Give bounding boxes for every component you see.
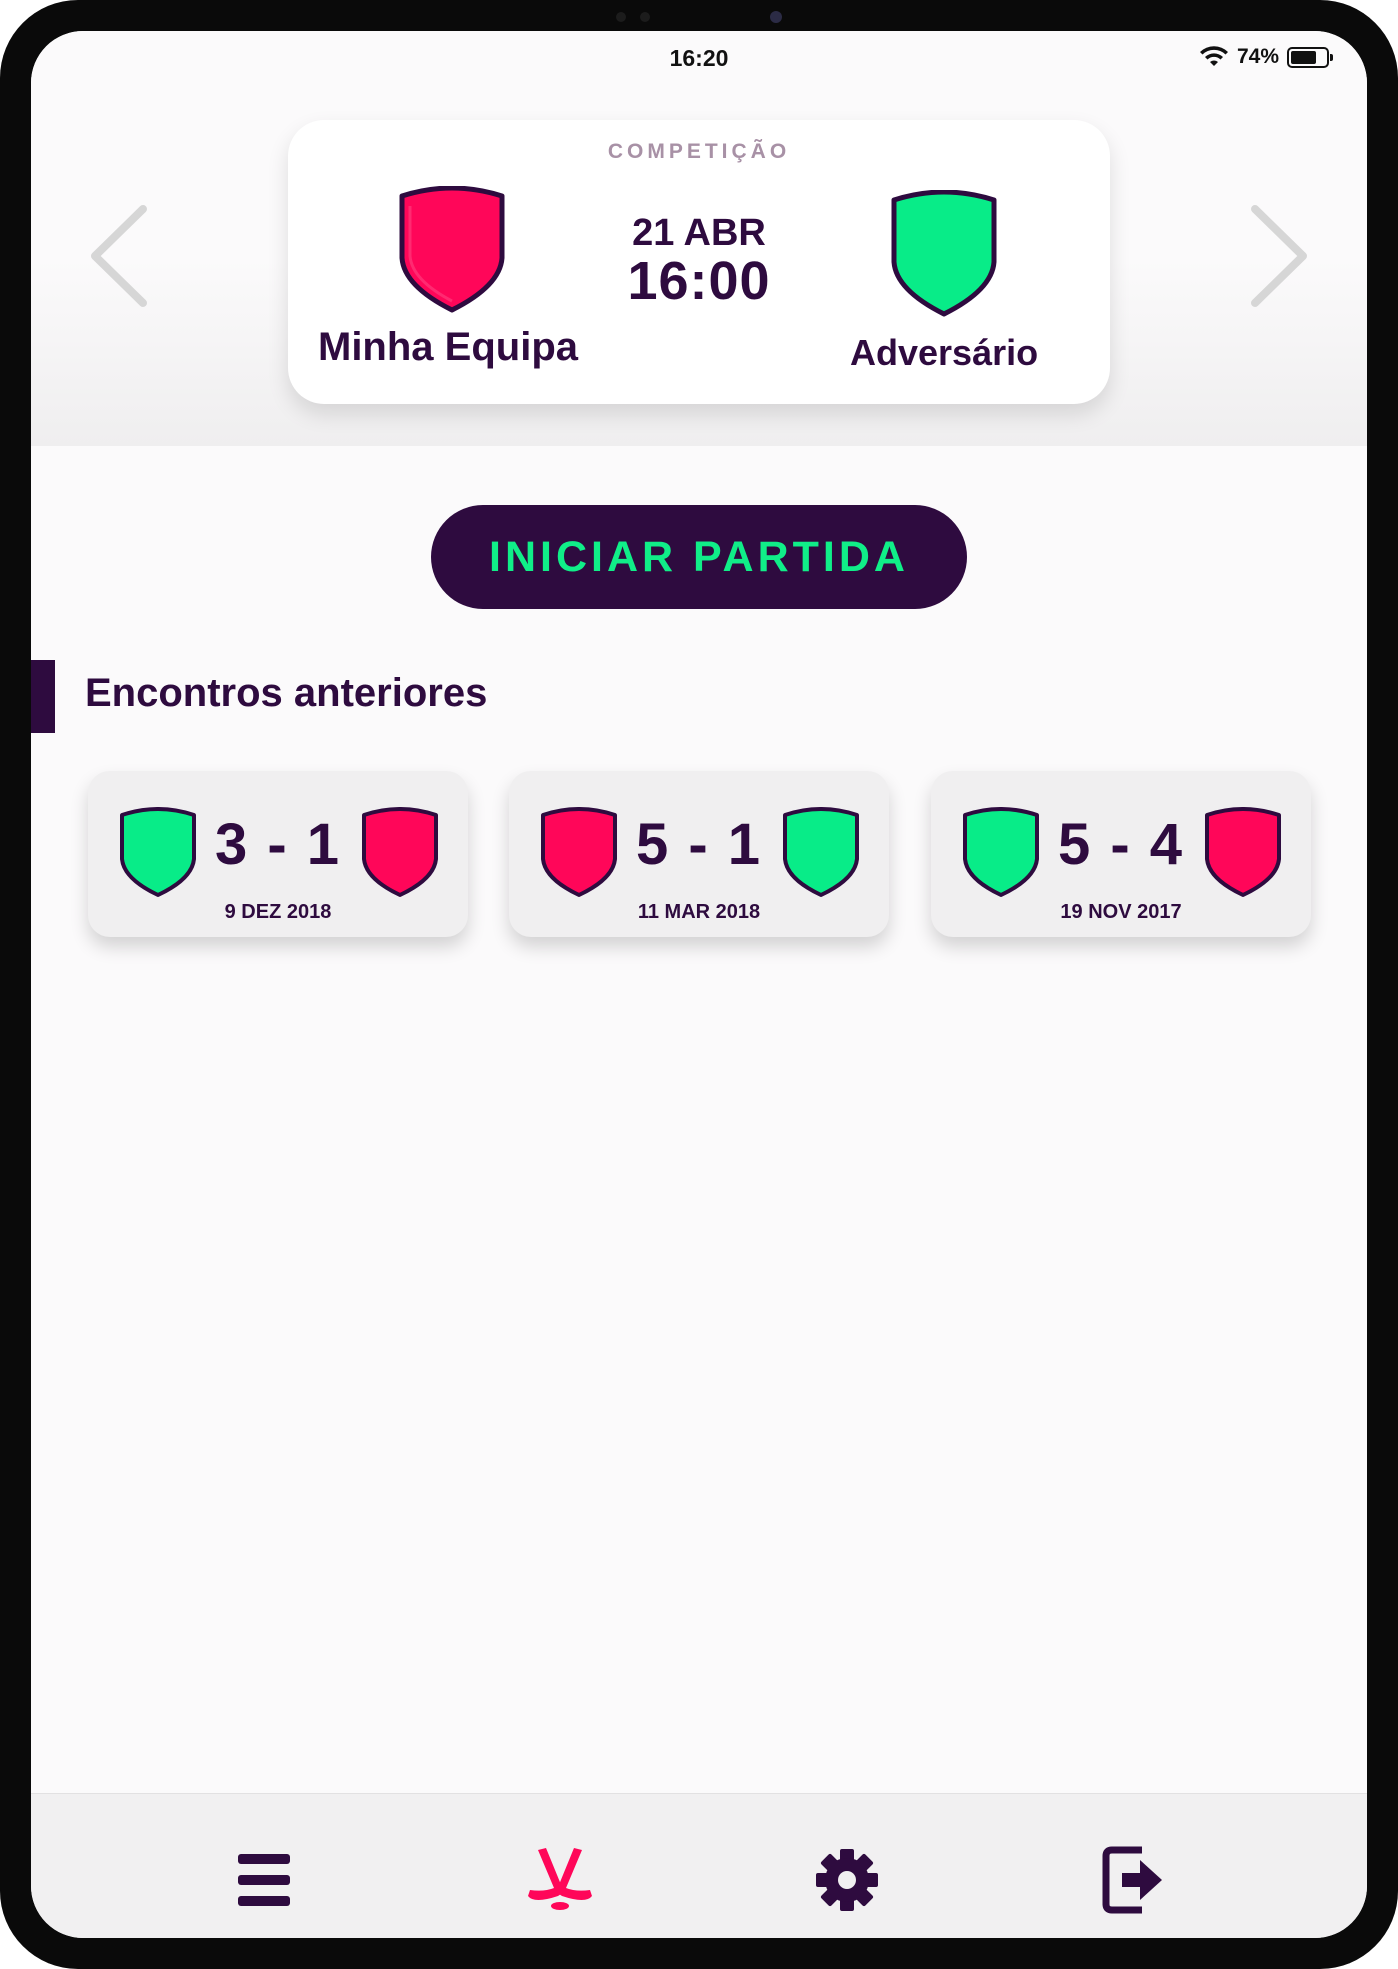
- away-team-name: Adversário: [850, 332, 1039, 373]
- app-screen: 16:20 74% COMPETIÇÃO Minha Equipa 21 ABR…: [31, 31, 1367, 1938]
- tab-settings[interactable]: [807, 1842, 887, 1922]
- section-marker: [31, 660, 55, 733]
- start-match-button[interactable]: INICIAR PARTIDA: [431, 505, 967, 609]
- logout-icon: [1102, 1846, 1166, 1919]
- battery-icon: [1287, 46, 1333, 68]
- menu-icon: [236, 1852, 292, 1913]
- previous-match-card[interactable]: 5 - 1 11 MAR 2018: [509, 771, 889, 937]
- match-date: 19 NOV 2017: [1060, 901, 1182, 923]
- section-title: Encontros anteriores: [85, 671, 488, 715]
- tab-menu[interactable]: [224, 1842, 304, 1922]
- home-team-name: Minha Equipa: [318, 325, 578, 369]
- previous-match-arrow[interactable]: [81, 201, 155, 316]
- next-match-arrow[interactable]: [1243, 201, 1317, 316]
- sensor-dot: [616, 12, 626, 22]
- status-time: 16:20: [669, 45, 729, 71]
- green-shield-icon: [781, 807, 861, 904]
- red-shield-icon: [360, 807, 440, 904]
- battery-percentage: 74%: [1236, 45, 1279, 68]
- tab-bar: [31, 1793, 1367, 1938]
- status-indicators: 74%: [1199, 45, 1333, 69]
- tab-match[interactable]: [520, 1842, 600, 1922]
- gear-icon: [814, 1847, 880, 1918]
- hockey-sticks-icon: [524, 1844, 596, 1921]
- wifi-icon: [1199, 46, 1229, 68]
- red-shield-icon: [1203, 807, 1283, 904]
- sensor-dot: [640, 12, 650, 22]
- previous-match-card[interactable]: 5 - 4 19 NOV 2017: [931, 771, 1311, 937]
- match-card: COMPETIÇÃO Minha Equipa 21 ABR 16:00 Adv…: [288, 120, 1110, 404]
- match-date: 11 MAR 2018: [637, 901, 761, 923]
- competition-label: COMPETIÇÃO: [607, 140, 791, 163]
- camera-lens: [770, 11, 782, 23]
- match-date: 9 DEZ 2018: [224, 901, 332, 923]
- device-frame: 16:20 74% COMPETIÇÃO Minha Equipa 21 ABR…: [0, 0, 1398, 1969]
- tab-logout[interactable]: [1094, 1842, 1174, 1922]
- away-team-shield-icon: [888, 189, 1000, 325]
- previous-match-card[interactable]: 3 - 1 9 DEZ 2018: [88, 771, 468, 937]
